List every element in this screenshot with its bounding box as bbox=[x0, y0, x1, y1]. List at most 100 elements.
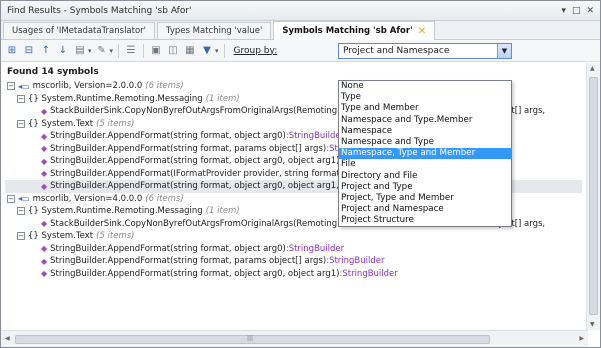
method-icon: ◆ bbox=[41, 131, 48, 141]
row-label: {} System.Text bbox=[28, 118, 94, 129]
tab-label: Usages of 'IMetadataTranslator' bbox=[12, 26, 146, 36]
close-icon[interactable]: ✕ bbox=[586, 6, 594, 16]
method-icon: ◆ bbox=[41, 169, 48, 179]
group-by-dropdown: None Type Type and Member Namespace and Typ… bbox=[338, 80, 512, 228]
row-label: {} System.Runtime.Remoting.Messaging bbox=[28, 93, 203, 104]
horizontal-scrollbar[interactable]: ◀ ||| ▶ bbox=[1, 330, 588, 347]
merge-icon[interactable]: ☰ bbox=[124, 44, 138, 58]
row-label: {} System.Text bbox=[28, 231, 94, 242]
group-by-option[interactable]: Project and Type bbox=[339, 182, 511, 193]
scroll-right-icon[interactable]: ▶ bbox=[579, 335, 584, 342]
tree-row[interactable]: −{} System.Text (5 items) bbox=[5, 230, 582, 243]
collapse-toggle-icon[interactable]: − bbox=[17, 232, 25, 241]
export-icon[interactable]: ▤ bbox=[73, 44, 87, 58]
group-by-option[interactable]: Type and Member bbox=[339, 103, 511, 114]
filter-icon[interactable]: ▼ bbox=[200, 44, 214, 58]
grid-icon[interactable]: ▦ bbox=[183, 44, 197, 58]
collapse-toggle-icon[interactable]: − bbox=[7, 82, 15, 91]
group-by-option[interactable]: Directory and File bbox=[339, 171, 511, 182]
row-label: StringBuilder.AppendFormat(string format… bbox=[50, 131, 286, 142]
item-count: (5 items) bbox=[96, 231, 135, 242]
method-icon: ◆ bbox=[41, 156, 48, 166]
return-type: :StringBuilder bbox=[285, 131, 345, 142]
tab-close-icon[interactable]: ✕ bbox=[418, 26, 426, 37]
row-label: StringBuilder.AppendFormat(string format… bbox=[50, 156, 340, 167]
method-icon: ◆ bbox=[41, 144, 48, 154]
chevron-down-icon[interactable]: ▾ bbox=[110, 47, 114, 55]
window-controls: ▾ □ ✕ bbox=[561, 6, 594, 16]
method-icon: ◆ bbox=[41, 106, 48, 116]
arrow-up-icon[interactable]: ↑ bbox=[39, 44, 53, 58]
filter-options-icon[interactable]: ✎ bbox=[95, 44, 109, 58]
tab-types-matching[interactable]: Types Matching 'value' bbox=[157, 22, 272, 39]
group-by-option[interactable]: Project and Namespace bbox=[339, 204, 511, 215]
title-bar: Find Results - Symbols Matching 'sb Afor… bbox=[1, 1, 600, 21]
arrow-down-icon[interactable]: ↓ bbox=[56, 44, 70, 58]
scroll-thumb[interactable] bbox=[589, 77, 598, 315]
tree-row[interactable]: ◆ StringBuilder.AppendFormat(string forma… bbox=[5, 268, 582, 281]
group-by-option[interactable]: Namespace bbox=[339, 126, 511, 137]
collapse-toggle-icon[interactable]: − bbox=[17, 119, 25, 128]
assembly-icon: ◂▭ bbox=[18, 81, 30, 91]
item-count: (1 item) bbox=[205, 93, 240, 104]
chevron-down-icon[interactable]: ▾ bbox=[88, 47, 92, 55]
row-label: StringBuilder.AppendFormat(string format… bbox=[50, 256, 327, 267]
row-label: StringBuilder.AppendFormat(string format… bbox=[50, 143, 327, 154]
collapse-toggle-icon[interactable]: − bbox=[17, 207, 25, 216]
return-type: :StringBuilder bbox=[326, 256, 385, 267]
group-by-option[interactable]: Namespace and Type.Member bbox=[339, 115, 511, 126]
dropdown-arrow-icon[interactable]: ▾ bbox=[561, 6, 566, 16]
item-count: (6 items) bbox=[145, 81, 184, 92]
group-by-option[interactable]: File bbox=[339, 159, 511, 170]
tree-row[interactable]: ◆ StringBuilder.AppendFormat(string forma… bbox=[5, 243, 582, 256]
item-count: (6 items) bbox=[145, 193, 184, 204]
chevron-down-icon[interactable]: ▾ bbox=[215, 47, 219, 55]
collapse-all-icon[interactable]: ⊟ bbox=[22, 44, 36, 58]
collapse-toggle-icon[interactable]: − bbox=[17, 94, 25, 103]
scroll-grip: ||| bbox=[247, 335, 254, 342]
group-by-option[interactable]: Type bbox=[339, 92, 511, 103]
chevron-down-icon[interactable]: ▼ bbox=[497, 44, 511, 58]
vertical-scrollbar[interactable]: ▲ ▼ bbox=[586, 63, 600, 330]
item-count: (1 item) bbox=[205, 206, 240, 217]
group-by-option[interactable]: Namespace, Type and Member bbox=[339, 148, 511, 160]
toolbar-separator bbox=[118, 43, 120, 58]
toolbar-separator bbox=[223, 43, 225, 58]
pin-icon[interactable]: ◫ bbox=[166, 44, 180, 58]
expand-all-icon[interactable]: ⊞ bbox=[5, 44, 19, 58]
group-by-option[interactable]: None bbox=[339, 81, 511, 92]
return-type: :StringBuilder bbox=[339, 268, 398, 279]
find-results-window: Find Results - Symbols Matching 'sb Afor… bbox=[0, 0, 601, 348]
assembly-icon: ◂▭ bbox=[18, 194, 30, 204]
scroll-down-icon[interactable]: ▼ bbox=[590, 321, 595, 328]
tab-strip: Usages of 'IMetadataTranslator' Types Ma… bbox=[1, 21, 600, 40]
scroll-up-icon[interactable]: ▲ bbox=[590, 65, 595, 72]
method-icon: ◆ bbox=[41, 181, 48, 191]
group-by-select[interactable]: Project and Namespace ▼ bbox=[338, 43, 512, 59]
method-icon: ◆ bbox=[41, 219, 48, 229]
collapse-toggle-icon[interactable]: − bbox=[7, 194, 15, 203]
float-icon[interactable]: □ bbox=[572, 6, 581, 16]
item-count: (5 items) bbox=[96, 118, 135, 129]
scroll-left-icon[interactable]: ◀ bbox=[5, 335, 10, 342]
row-label: mscorlib, Version=4.0.0.0 bbox=[32, 193, 143, 204]
row-label: {} System.Runtime.Remoting.Messaging bbox=[28, 206, 203, 217]
method-icon: ◆ bbox=[41, 244, 48, 254]
tab-symbols-matching[interactable]: Symbols Matching 'sb Afor' ✕ bbox=[273, 21, 436, 40]
preview-icon[interactable]: ▣ bbox=[149, 44, 163, 58]
row-label: mscorlib, Version=2.0.0.0 bbox=[32, 81, 143, 92]
tree-row[interactable]: ◆ StringBuilder.AppendFormat(string forma… bbox=[5, 255, 582, 268]
toolbar: ⊞ ⊟ ↑ ↓ ▤ ▾ ✎ ▾ ☰ ▣ ◫ ▦ ▼ ▾ Group by: Pr… bbox=[1, 40, 600, 62]
return-type: :StringBuilder bbox=[285, 243, 345, 254]
group-by-label: Group by: bbox=[233, 45, 278, 56]
method-icon: ◆ bbox=[41, 269, 48, 279]
toolbar-separator bbox=[143, 43, 145, 58]
group-by-option[interactable]: Project, Type and Member bbox=[339, 193, 511, 204]
window-title: Find Results - Symbols Matching 'sb Afor… bbox=[7, 5, 192, 16]
tab-usages[interactable]: Usages of 'IMetadataTranslator' bbox=[3, 22, 155, 39]
found-count: Found 14 symbols bbox=[7, 67, 99, 77]
group-by-option[interactable]: Namespace and Type bbox=[339, 137, 511, 148]
row-label: StringBuilder.AppendFormat(string format… bbox=[50, 268, 340, 279]
method-icon: ◆ bbox=[41, 256, 48, 266]
group-by-option[interactable]: Project Structure bbox=[339, 215, 511, 226]
